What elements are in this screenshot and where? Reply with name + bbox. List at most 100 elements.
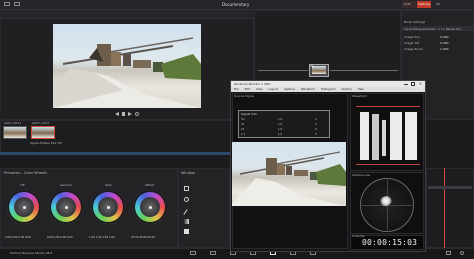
clip-thumbnail-selected[interactable] — [31, 126, 55, 139]
media-pool-icon[interactable] — [4, 2, 10, 6]
lift-value-g: 0.00 — [18, 236, 24, 239]
setting-row-value[interactable]: 0.000 — [440, 41, 449, 45]
playhead[interactable] — [444, 168, 445, 248]
gradient-window-icon[interactable] — [184, 219, 189, 224]
wheel-label-gamma: Gamma — [60, 183, 72, 187]
node-input-line — [258, 70, 308, 71]
signal-info-cell: 2.1 — [241, 133, 246, 136]
offset-value-r: 25.00 — [131, 236, 139, 239]
signal-info-cell: 0 — [315, 133, 317, 136]
offset-values[interactable]: 25.00 25.00 25.00 — [131, 236, 155, 239]
window-panel-title: Window — [181, 171, 195, 175]
menu-edit[interactable]: Edit — [245, 87, 250, 91]
gain-wheel[interactable] — [91, 190, 125, 224]
color-node-thumbnail — [312, 66, 326, 74]
menu-histogram[interactable]: Histogram — [321, 87, 336, 91]
setting-row-value[interactable]: 0.000 — [440, 35, 449, 39]
minimize-icon[interactable] — [404, 84, 408, 85]
circle-window-icon[interactable] — [184, 197, 189, 202]
monitor-menu: File Edit View Layout Capture Waveform H… — [234, 87, 364, 91]
signal-info-cell: 1/2 — [278, 133, 283, 136]
gain-value-y: 1.00 — [89, 236, 95, 239]
clip-codec-caption: Apple ProRes 422 HQ — [30, 141, 62, 145]
app-title: Documentary — [222, 2, 250, 7]
wheel-label-gain: Gain — [105, 183, 112, 187]
square-window-icon[interactable] — [184, 186, 189, 191]
gamma-value-r: 0.00 — [53, 236, 60, 239]
viewer-image — [53, 24, 201, 108]
signal-info-cell: 1/2 — [278, 128, 283, 131]
menu-vectors[interactable]: Vectors — [341, 87, 351, 91]
signal-info-cell: 1/2 — [278, 118, 283, 121]
loop-button[interactable] — [135, 112, 139, 116]
lift-value-b: 0.00 — [24, 236, 31, 239]
setting-row-label: Image Tilt — [404, 41, 419, 45]
curve-window-icon[interactable] — [184, 229, 189, 234]
home-icon[interactable] — [446, 251, 451, 255]
gamma-wheel[interactable] — [49, 190, 83, 224]
color-wheels-title: Primaries - Color Wheels — [4, 171, 47, 175]
menu-help[interactable]: Help — [358, 87, 364, 91]
waveform-trace — [360, 112, 369, 160]
waveform-limit-low — [356, 164, 420, 165]
timeline-track[interactable] — [428, 186, 472, 189]
media-page-icon[interactable] — [190, 251, 196, 255]
clip-label: A007_C011 — [4, 121, 22, 125]
settings-node-label: Input Sizing Controls - 1 / 1 (Node 01) — [404, 27, 461, 31]
setting-row-label: Image Zoom — [404, 47, 423, 51]
wheel-label-lift: Lift — [20, 183, 25, 187]
settings-tab-label: Settings — [418, 2, 431, 6]
menu-file[interactable]: File — [234, 87, 239, 91]
setting-row-label: Image Pan — [404, 35, 420, 39]
waveform-trace — [390, 112, 402, 160]
signal-info-cell: 0 — [315, 123, 317, 126]
source-image — [232, 142, 346, 206]
gamma-value-y: 0.00 — [47, 236, 53, 239]
clips-icon[interactable] — [14, 2, 20, 6]
signal-info-title: Signal Info — [241, 112, 257, 116]
play-reverse-button[interactable] — [115, 112, 119, 116]
maximize-icon[interactable] — [411, 82, 415, 86]
menu-view[interactable]: View — [256, 87, 263, 91]
window-panel — [178, 168, 230, 248]
timeline-panel — [426, 168, 474, 248]
settings-section-title: Node Settings — [404, 20, 426, 24]
source-pane-label: Source Signal — [234, 94, 255, 98]
vectorscope-label: Vectorscope — [352, 173, 371, 177]
gain-value-r: 1.00 — [95, 236, 102, 239]
lift-value-y: 0.00 — [5, 236, 11, 239]
gamma-value-b: 0.00 — [66, 236, 73, 239]
gain-value-b: 1.00 — [108, 236, 115, 239]
lift-value-r: 0.00 — [11, 236, 18, 239]
lift-wheel[interactable] — [7, 190, 41, 224]
signal-info-cell: 1/2 — [278, 123, 283, 126]
menu-waveform[interactable]: Waveform — [301, 87, 315, 91]
close-icon[interactable]: × — [418, 82, 423, 86]
gain-value-g: 1.00 — [102, 236, 108, 239]
play-button[interactable] — [128, 112, 132, 116]
clip-label: A007_C012 — [32, 121, 50, 125]
library-tab[interactable]: Lib — [436, 2, 440, 6]
wheel-label-offset: Offset — [145, 183, 155, 187]
menu-layout[interactable]: Layout — [268, 87, 278, 91]
gamma-values[interactable]: 0.00 0.00 0.00 0.00 — [47, 236, 73, 239]
signal-info-cell: 0 — [315, 128, 317, 131]
timecode-display: 00:00:15:03 — [362, 238, 418, 247]
settings-gear-icon[interactable] — [460, 251, 464, 255]
offset-value-b: 25.00 — [147, 236, 155, 239]
waveform-trace — [405, 112, 417, 160]
monitor-window-title: DeckLink Monitor 1 UHD — [234, 82, 271, 86]
viewer-transport — [0, 110, 254, 118]
clip-thumbnail[interactable] — [3, 126, 27, 139]
node-output-line — [330, 70, 398, 71]
offset-wheel[interactable] — [133, 190, 167, 224]
stop-button[interactable] — [122, 112, 125, 116]
menu-capture[interactable]: Capture — [284, 87, 295, 91]
setting-row-value[interactable]: 1.000 — [440, 47, 449, 51]
gain-values[interactable]: 1.00 1.00 1.00 1.00 — [89, 236, 115, 239]
signal-info-cell: 0 — [315, 118, 317, 121]
cut-page-icon[interactable] — [210, 251, 216, 255]
waveform-trace — [372, 114, 379, 160]
mini-timeline[interactable] — [0, 152, 254, 155]
lift-values[interactable]: 0.00 0.00 0.00 0.00 — [5, 236, 31, 239]
